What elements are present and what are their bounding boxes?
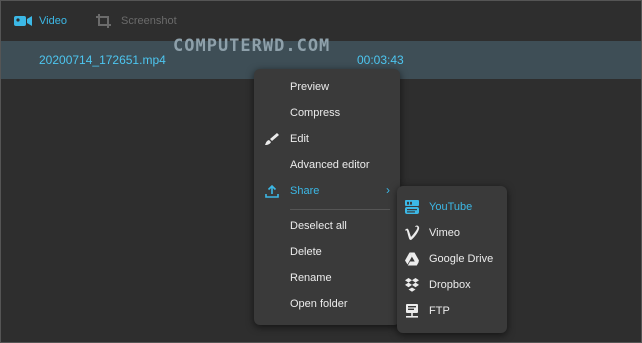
tab-video-label: Video	[39, 15, 67, 27]
menu-item-label: Rename	[290, 272, 332, 284]
tab-video[interactable]: Video	[13, 11, 67, 31]
menu-item-compress[interactable]: Compress	[254, 101, 400, 125]
share-item-label: YouTube	[429, 201, 473, 213]
share-item-label: Vimeo	[429, 227, 460, 239]
share-submenu: YouTube Vimeo Google Drive Dropbox FTP	[397, 186, 507, 333]
menu-item-rename[interactable]: Rename	[254, 266, 400, 290]
menu-item-preview[interactable]: Preview	[254, 75, 400, 99]
file-duration: 00:03:43	[357, 53, 404, 67]
context-menu: Preview Compress Edit Advanced editor Sh…	[254, 69, 400, 325]
share-item-vimeo[interactable]: Vimeo	[397, 221, 507, 245]
google-drive-icon	[404, 251, 420, 267]
menu-item-open-folder[interactable]: Open folder	[254, 292, 400, 316]
chevron-right-icon: ›	[386, 183, 390, 197]
share-item-dropbox[interactable]: Dropbox	[397, 273, 507, 297]
share-item-label: Google Drive	[429, 253, 494, 265]
tab-screenshot-label: Screenshot	[121, 15, 177, 27]
menu-item-label: Deselect all	[290, 220, 347, 232]
file-name: 20200714_172651.mp4	[39, 53, 166, 67]
app-window: Video Screenshot 20200714_172651.mp4 00:…	[0, 0, 642, 343]
dropbox-icon	[404, 277, 420, 293]
menu-divider	[290, 209, 390, 210]
share-item-ftp[interactable]: FTP	[397, 299, 507, 323]
crop-icon	[95, 13, 115, 29]
video-camera-icon	[13, 13, 33, 29]
share-item-label: FTP	[429, 305, 450, 317]
menu-item-label: Advanced editor	[290, 159, 370, 171]
youtube-icon	[404, 199, 420, 215]
menu-item-label: Preview	[290, 81, 330, 93]
brush-icon	[264, 131, 280, 147]
vimeo-icon	[404, 225, 420, 241]
share-item-google-drive[interactable]: Google Drive	[397, 247, 507, 271]
menu-item-label: Edit	[290, 133, 309, 145]
share-item-youtube[interactable]: YouTube	[397, 195, 507, 219]
menu-item-advanced-editor[interactable]: Advanced editor	[254, 153, 400, 177]
tab-screenshot[interactable]: Screenshot	[95, 11, 177, 31]
menu-item-label: Delete	[290, 246, 322, 258]
menu-item-label: Open folder	[290, 298, 348, 310]
menu-item-label: Share	[290, 185, 320, 197]
menu-item-label: Compress	[290, 107, 341, 119]
watermark: COMPUTERWD.COM	[173, 36, 331, 56]
upload-icon	[264, 183, 280, 199]
menu-item-delete[interactable]: Delete	[254, 240, 400, 264]
menu-item-share[interactable]: Share ›	[254, 179, 400, 203]
share-item-label: Dropbox	[429, 279, 471, 291]
menu-item-edit[interactable]: Edit	[254, 127, 400, 151]
media-tabs: Video Screenshot	[1, 1, 641, 39]
ftp-icon	[404, 303, 420, 319]
menu-item-deselect-all[interactable]: Deselect all	[254, 214, 400, 238]
